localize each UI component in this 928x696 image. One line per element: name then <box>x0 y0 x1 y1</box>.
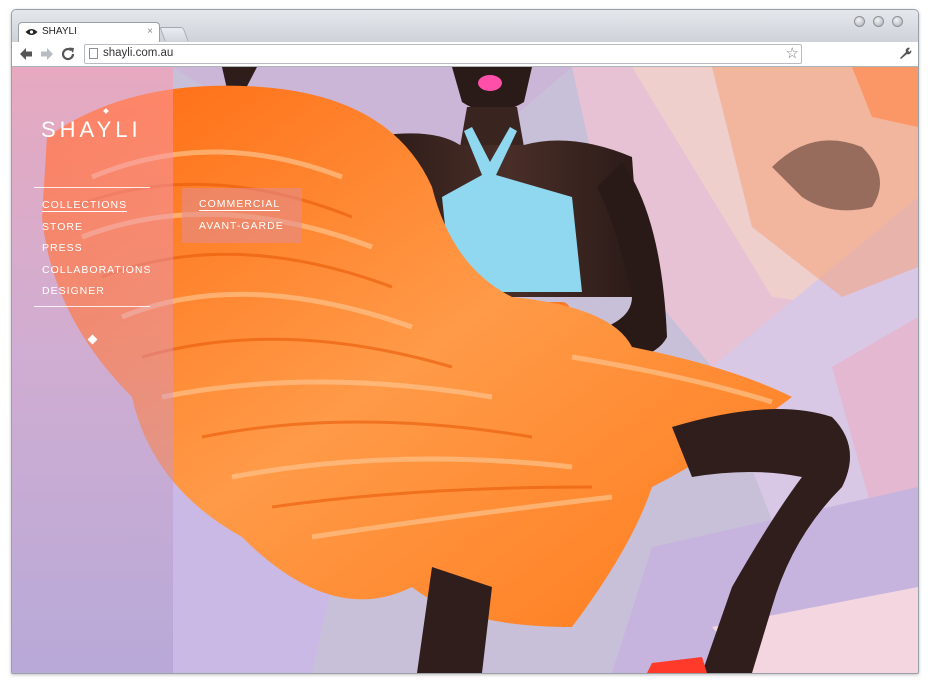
tab-close-icon[interactable]: × <box>147 26 153 37</box>
nav-item-designer[interactable]: DESIGNER <box>42 283 152 305</box>
collections-submenu: COMMERCIAL AVANT-GARDE <box>182 188 302 243</box>
nav-item-collections[interactable]: COLLECTIONS <box>42 197 152 219</box>
reload-icon[interactable] <box>59 45 77 63</box>
sidebar-panel: SHAYLI COLLECTIONS STORE PRESS COLLABORA… <box>12 67 173 673</box>
minimize-button[interactable] <box>854 16 865 27</box>
submenu-item-commercial[interactable]: COMMERCIAL <box>199 198 281 211</box>
nav-item-label: DESIGNER <box>42 285 105 297</box>
browser-window: SHAYLI × shayli.com.au ☆ SHAYLI COLLECTI… <box>11 9 919 674</box>
logo-diamond-icon <box>103 108 109 114</box>
submenu-item-label: COMMERCIAL <box>199 198 281 211</box>
nav-item-label: PRESS <box>42 242 83 254</box>
nav-item-label: COLLECTIONS <box>42 199 128 212</box>
back-icon[interactable] <box>17 45 35 63</box>
nav-item-label: STORE <box>42 220 83 233</box>
submenu-item-avant-garde[interactable]: AVANT-GARDE <box>199 220 284 232</box>
maximize-button[interactable] <box>873 16 884 27</box>
tab-strip: SHAYLI × <box>12 10 918 43</box>
tab-shayli[interactable]: SHAYLI × <box>18 22 160 43</box>
nav-item-collaborations[interactable]: COLLABORATIONS <box>42 262 152 284</box>
bottom-divider <box>34 306 150 307</box>
nav-item-store[interactable]: STORE <box>42 219 152 241</box>
page-icon <box>89 48 98 59</box>
browser-toolbar: shayli.com.au ☆ <box>12 42 918 67</box>
url-text[interactable]: shayli.com.au <box>103 47 173 59</box>
wrench-icon[interactable] <box>898 46 912 60</box>
diamond-icon <box>87 334 98 345</box>
main-nav: COLLECTIONS STORE PRESS COLLABORATIONS D… <box>42 197 152 305</box>
eye-icon <box>25 29 38 35</box>
new-tab-button[interactable] <box>159 27 189 41</box>
site-logo[interactable]: SHAYLI <box>41 117 142 143</box>
nav-item-press[interactable]: PRESS <box>42 240 152 262</box>
nav-item-label: COLLABORATIONS <box>42 263 152 276</box>
tab-title: SHAYLI <box>42 26 77 37</box>
page-content: SHAYLI COLLECTIONS STORE PRESS COLLABORA… <box>12 67 918 673</box>
address-bar[interactable]: shayli.com.au ☆ <box>84 44 802 64</box>
star-icon[interactable]: ☆ <box>786 44 799 62</box>
top-divider <box>34 187 150 188</box>
forward-icon[interactable] <box>38 45 56 63</box>
close-window-button[interactable] <box>892 16 903 27</box>
